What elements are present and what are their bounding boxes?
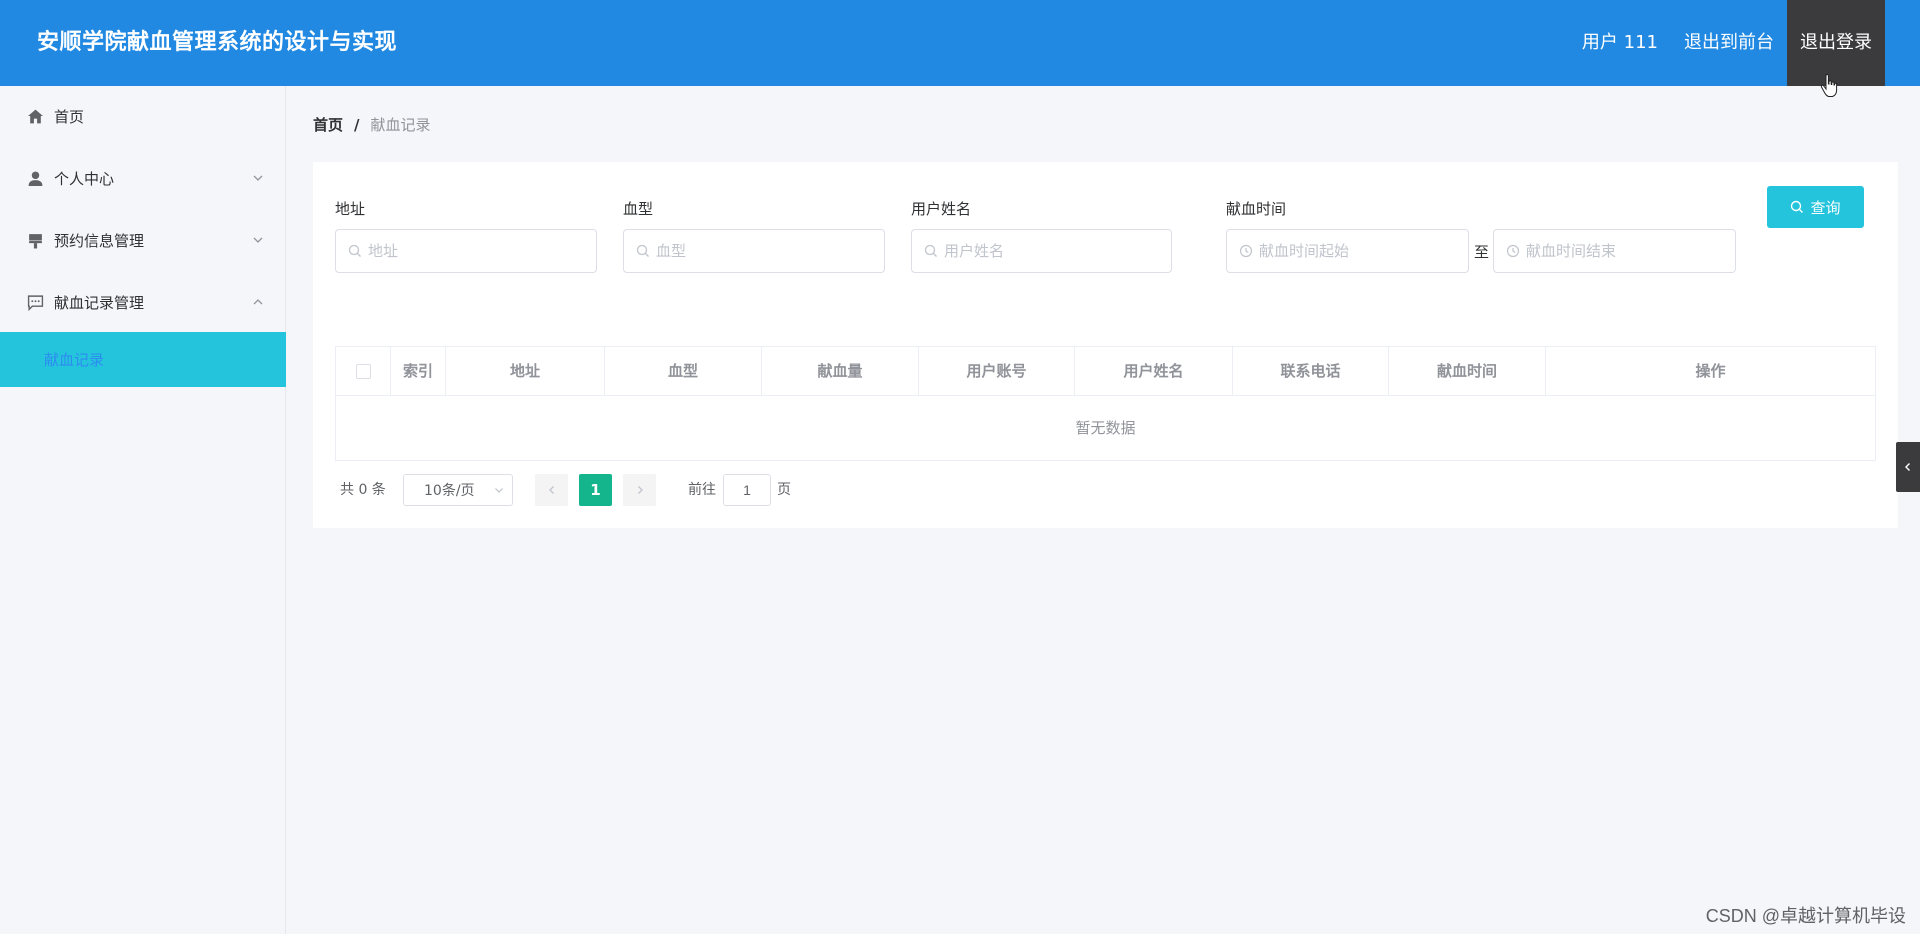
time-start-field[interactable]: [1226, 229, 1469, 273]
chevron-down-icon: [253, 175, 263, 181]
brush-icon: [29, 233, 42, 248]
column-header: 操作: [1695, 362, 1726, 380]
prev-page-button[interactable]: [535, 474, 568, 506]
blood-type-label: 血型: [623, 200, 654, 218]
table-empty-text: 暂无数据: [1075, 419, 1136, 437]
sidebar-item-label: 首页: [54, 107, 85, 126]
search-icon: [924, 244, 937, 257]
next-page-button[interactable]: [623, 474, 656, 506]
table-header: 索引 地址 血型 献血量 用户账号 用户姓名 联系电话 献血时间 操作: [336, 347, 1875, 396]
search-icon: [636, 244, 649, 257]
chevron-down-icon: [495, 488, 503, 493]
clock-icon: [1239, 244, 1253, 258]
sidebar-item-personal-center[interactable]: 个人中心: [0, 148, 286, 208]
breadcrumb: 首页 / 献血记录: [313, 114, 431, 135]
sidebar-subitem-label: 献血记录: [44, 351, 105, 369]
breadcrumb-home[interactable]: 首页: [313, 114, 343, 135]
time-end-input[interactable]: [1526, 230, 1727, 272]
chevron-left-icon: [1905, 463, 1910, 471]
user-icon: [28, 171, 43, 186]
column-header: 用户账号: [919, 347, 1075, 395]
sidebar-item-label: 献血记录管理: [54, 293, 145, 312]
user-name-label: 用户姓名: [911, 200, 972, 218]
column-header: 索引: [391, 347, 446, 395]
user-name-input[interactable]: [944, 230, 1163, 272]
page-number-button[interactable]: 1: [579, 474, 612, 506]
clock-icon: [1506, 244, 1520, 258]
page-size-value: 10条/页: [424, 483, 475, 499]
address-field[interactable]: [335, 229, 597, 273]
watermark: CSDN @卓越计算机毕设: [1705, 906, 1906, 926]
sidebar: 首页 个人中心 预约信息管理 献血记录管理 献血记录: [0, 86, 286, 934]
records-table: 索引 地址 血型 献血量 用户账号 用户姓名 联系电话 献血时间 操作 暂无数据: [335, 346, 1876, 461]
blood-type-field[interactable]: [623, 229, 885, 273]
chevron-up-icon: [253, 299, 263, 305]
sidebar-item-reservation[interactable]: 预约信息管理: [0, 210, 286, 270]
breadcrumb-current: 献血记录: [370, 116, 431, 134]
back-to-front-link[interactable]: 退出到前台: [1671, 0, 1787, 86]
home-icon: [28, 109, 43, 123]
chevron-right-icon: [637, 486, 643, 494]
query-button-label: 查询: [1810, 199, 1841, 217]
breadcrumb-separator: /: [354, 115, 360, 134]
column-header: 血型: [605, 347, 762, 395]
select-all-cell: [336, 347, 391, 395]
goto-page-input[interactable]: [723, 474, 771, 506]
donation-time-label: 献血时间: [1226, 200, 1287, 218]
column-header: 用户姓名: [1075, 347, 1233, 395]
column-header: 联系电话: [1233, 347, 1389, 395]
hand-cursor-icon: [1820, 74, 1838, 97]
top-header: 安顺学院献血管理系统的设计与实现 用户 111 退出到前台 退出登录: [0, 0, 1920, 86]
column-header: 地址: [446, 347, 605, 395]
sidebar-item-donation-records[interactable]: 献血记录管理: [0, 272, 286, 332]
column-header: 献血量: [762, 347, 919, 395]
column-header: 献血时间: [1389, 347, 1546, 395]
sidebar-item-label: 预约信息管理: [54, 231, 145, 250]
chevron-left-icon: [548, 486, 554, 494]
blood-type-input[interactable]: [656, 230, 876, 272]
time-range-separator: 至: [1474, 243, 1490, 261]
search-icon: [348, 244, 361, 257]
time-start-input[interactable]: [1259, 230, 1460, 272]
address-input[interactable]: [368, 230, 588, 272]
sidebar-item-home[interactable]: 首页: [0, 86, 286, 146]
sidebar-item-label: 个人中心: [54, 169, 115, 188]
app-title: 安顺学院献血管理系统的设计与实现: [37, 30, 398, 55]
search-icon: [1791, 200, 1804, 213]
select-all-checkbox[interactable]: [356, 364, 371, 379]
page-size-select[interactable]: 10条/页: [403, 474, 513, 506]
user-name-field[interactable]: [911, 229, 1172, 273]
sidebar-subitem-donation-record[interactable]: 献血记录: [0, 332, 286, 387]
user-label: 用户 111: [1581, 32, 1658, 53]
query-button[interactable]: 查询: [1767, 186, 1864, 228]
chat-icon: [27, 294, 44, 311]
time-end-field[interactable]: [1493, 229, 1736, 273]
pagination-total: 共 0 条: [340, 482, 386, 498]
goto-suffix: 页: [777, 482, 791, 498]
collapse-panel-handle[interactable]: [1896, 442, 1920, 492]
goto-prefix: 前往: [688, 482, 716, 498]
chevron-down-icon: [253, 237, 263, 243]
address-label: 地址: [335, 200, 366, 218]
